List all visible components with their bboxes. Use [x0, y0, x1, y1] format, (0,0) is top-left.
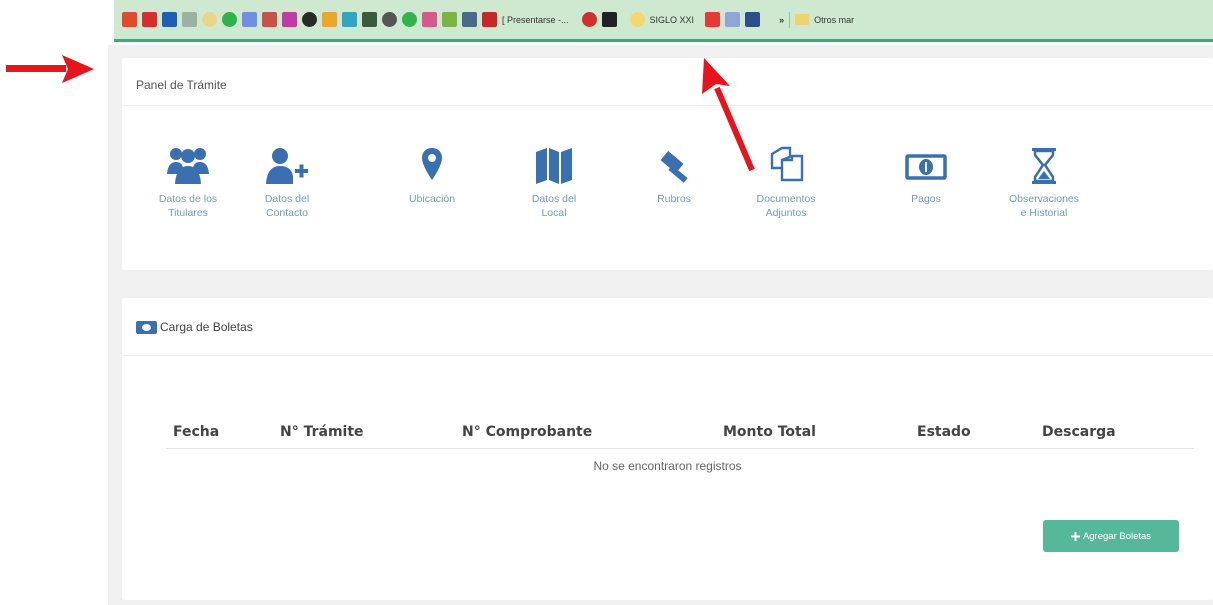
divider [122, 355, 1213, 356]
bookmark-icon[interactable] [222, 12, 237, 27]
column-header-estado: Estado [917, 424, 971, 440]
bookmark-icon[interactable] [342, 12, 357, 27]
nav-label: Datos del Contacto [264, 193, 310, 219]
bookmark-icon[interactable] [725, 12, 741, 27]
nav-documentos-adjuntos[interactable]: Documentos Adjuntos [746, 146, 826, 220]
table-divider [166, 448, 1194, 449]
bookmark-icon[interactable] [462, 12, 477, 27]
column-header-comprobante: N° Comprobante [462, 424, 593, 440]
panel-title: Panel de Trámite [136, 78, 227, 92]
bookmark-icon[interactable] [282, 12, 297, 27]
nav-ubicacion[interactable]: Ubicación [392, 146, 472, 206]
bookmark-presentarse[interactable]: [ Presentarse -... [502, 15, 569, 25]
red-arrow-up [702, 58, 755, 172]
nav-label: Datos de los Titulares [158, 193, 218, 219]
nav-label: Pagos [911, 193, 941, 205]
nav-pagos[interactable]: Pagos [886, 146, 966, 206]
plus-icon [1070, 531, 1080, 541]
bookmark-icon[interactable] [402, 12, 417, 27]
bookmark-other[interactable]: Otros mar [814, 15, 854, 25]
nav-observaciones-historial[interactable]: Observaciones e Historial [1004, 146, 1084, 220]
bookmark-icon[interactable] [162, 12, 177, 27]
bookmark-icon[interactable] [581, 12, 597, 27]
nav-datos-contacto[interactable]: Datos del Contacto [247, 146, 327, 220]
column-header-tramite: N° Trámite [280, 424, 364, 440]
money-icon [136, 320, 157, 334]
bookmark-icon[interactable] [262, 12, 277, 27]
bookmark-icon[interactable] [142, 12, 157, 27]
nav-label: Rubros [657, 193, 691, 205]
hourglass-icon [1032, 148, 1056, 184]
column-header-fecha: Fecha [173, 424, 220, 440]
gavel-icon [660, 150, 688, 183]
bookmark-icon[interactable] [601, 12, 617, 27]
nav-datos-local[interactable]: Datos del Local [514, 146, 594, 220]
screenshot: [ Presentarse -... SIGLO XXI » Otros mar… [0, 0, 1213, 605]
bookmarks-bar: [ Presentarse -... SIGLO XXI » Otros mar [114, 0, 1213, 42]
users-icon [167, 148, 209, 184]
map-icon [536, 148, 572, 184]
bookmark-icon[interactable] [705, 12, 721, 27]
bookmark-icon[interactable] [382, 12, 397, 27]
nav-label: Documentos Adjuntos [756, 193, 816, 219]
panel-boletas: Carga de Boletas Fecha N° Trámite N° Com… [122, 298, 1213, 600]
column-header-monto: Monto Total [723, 424, 816, 440]
files-icon [770, 146, 804, 182]
bookmark-icon[interactable] [745, 12, 761, 27]
bookmark-icon[interactable] [202, 12, 217, 27]
divider [122, 105, 1213, 106]
bookmark-icon[interactable] [442, 12, 457, 27]
bookmark-icon[interactable] [302, 12, 317, 27]
empty-message: No se encontraron registros [593, 459, 742, 473]
bookmark-icon[interactable] [322, 12, 337, 27]
bookmark-icon[interactable] [362, 12, 377, 27]
nav-label: Datos del Local [531, 193, 577, 219]
bookmark-icon[interactable] [122, 12, 137, 27]
money-icon [905, 154, 947, 180]
add-boletas-button[interactable]: Agregar Boletas [1043, 520, 1179, 552]
boletas-title: Carga de Boletas [160, 320, 253, 334]
column-header-descarga: Descarga [1042, 424, 1116, 440]
red-arrow-right [6, 55, 94, 83]
bookmarks-overflow-button[interactable]: » [779, 15, 784, 25]
nav-label: Observaciones e Historial [1008, 193, 1080, 219]
bookmark-icon[interactable] [182, 12, 197, 27]
bookmark-icon[interactable] [242, 12, 257, 27]
bookmark-icon[interactable] [482, 12, 497, 27]
nav-label: Ubicación [408, 193, 456, 205]
bookmarks-separator [789, 11, 791, 28]
bookmark-icon[interactable] [629, 12, 645, 27]
map-marker-icon [422, 148, 442, 180]
bookmark-siglo[interactable]: SIGLO XXI [650, 15, 695, 25]
panel-tramite: Panel de Trámite Datos de los Titulares … [122, 58, 1213, 270]
boletas-header: Carga de Boletas [136, 320, 253, 334]
folder-icon[interactable] [795, 14, 810, 25]
add-boletas-label: Agregar Boletas [1082, 530, 1152, 542]
user-plus-icon [266, 148, 308, 184]
nav-datos-titulares[interactable]: Datos de los Titulares [148, 146, 228, 220]
bookmark-icon[interactable] [422, 12, 437, 27]
